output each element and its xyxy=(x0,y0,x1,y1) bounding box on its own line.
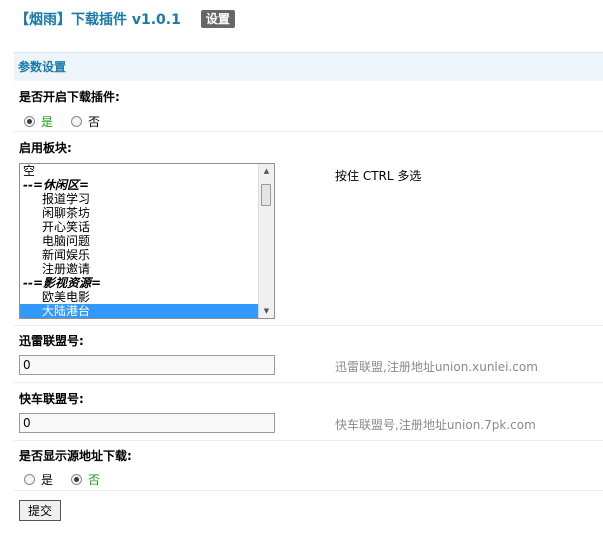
divider xyxy=(14,490,603,491)
show-source-label: 是否显示源地址下载: xyxy=(19,449,132,463)
list-item[interactable]: 新闻娱乐 xyxy=(20,248,274,262)
list-item[interactable]: 注册邀请 xyxy=(20,262,274,276)
scroll-down-arrow-icon[interactable]: ▼ xyxy=(259,304,274,318)
enable-plugin-no-radio[interactable] xyxy=(71,116,83,127)
scroll-up-arrow-icon[interactable]: ▲ xyxy=(259,164,274,178)
list-item[interactable]: 闲聊茶坊 xyxy=(20,206,274,220)
enable-plugin-no-label[interactable]: 否 xyxy=(88,113,100,130)
show-source-no-label[interactable]: 否 xyxy=(88,471,100,488)
xunlei-input[interactable] xyxy=(19,355,275,375)
list-item[interactable]: 电脑问题 xyxy=(20,234,274,248)
submit-button[interactable]: 提交 xyxy=(19,500,61,521)
list-item-selected[interactable]: 大陆港台 xyxy=(20,304,274,318)
xunlei-hint: 迅雷联盟,注册地址union.xunlei.com xyxy=(335,360,538,374)
show-source-yes-label[interactable]: 是 xyxy=(41,471,53,488)
show-source-options: 是 否 xyxy=(24,471,118,488)
divider xyxy=(14,382,603,383)
divider xyxy=(14,440,603,441)
boards-listbox[interactable]: 空 --=休闲区= 报道学习 闲聊茶坊 开心笑话 电脑问题 新闻娱乐 注册邀请 … xyxy=(19,163,275,319)
list-item[interactable]: 报道学习 xyxy=(20,192,274,206)
xunlei-label: 迅雷联盟号: xyxy=(19,334,84,348)
plugin-title: 【烟雨】下载插件 v1.0.1 xyxy=(15,12,181,28)
show-source-yes-radio[interactable] xyxy=(24,474,35,485)
divider xyxy=(14,325,603,326)
list-item[interactable]: 空 xyxy=(20,164,274,178)
divider xyxy=(14,131,603,132)
kuaiche-label: 快车联盟号: xyxy=(19,392,84,406)
list-item[interactable]: 欧美电影 xyxy=(20,290,274,304)
kuaiche-hint: 快车联盟号,注册地址union.7pk.com xyxy=(335,418,536,432)
scroll-thumb[interactable] xyxy=(261,184,271,206)
enable-plugin-label: 是否开启下载插件: xyxy=(19,90,120,104)
list-item[interactable]: --=影视资源= xyxy=(20,276,274,290)
show-source-no-radio[interactable] xyxy=(71,474,83,485)
list-item[interactable]: --=休闲区= xyxy=(20,178,274,192)
enable-plugin-yes-label[interactable]: 是 xyxy=(41,113,53,130)
title-bar: 【烟雨】下载插件 v1.0.1 设置 xyxy=(15,8,235,30)
enable-plugin-yes-radio[interactable] xyxy=(24,116,35,127)
section-header: 参数设置 xyxy=(14,52,603,81)
boards-label: 启用板块: xyxy=(19,141,72,155)
list-item[interactable]: 开心笑话 xyxy=(20,220,274,234)
settings-tab[interactable]: 设置 xyxy=(200,10,235,28)
listbox-scrollbar[interactable]: ▲ ▼ xyxy=(258,164,274,318)
enable-plugin-options: 是 否 xyxy=(24,113,118,130)
boards-hint: 按住 CTRL 多选 xyxy=(335,169,422,183)
kuaiche-input[interactable] xyxy=(19,413,275,433)
